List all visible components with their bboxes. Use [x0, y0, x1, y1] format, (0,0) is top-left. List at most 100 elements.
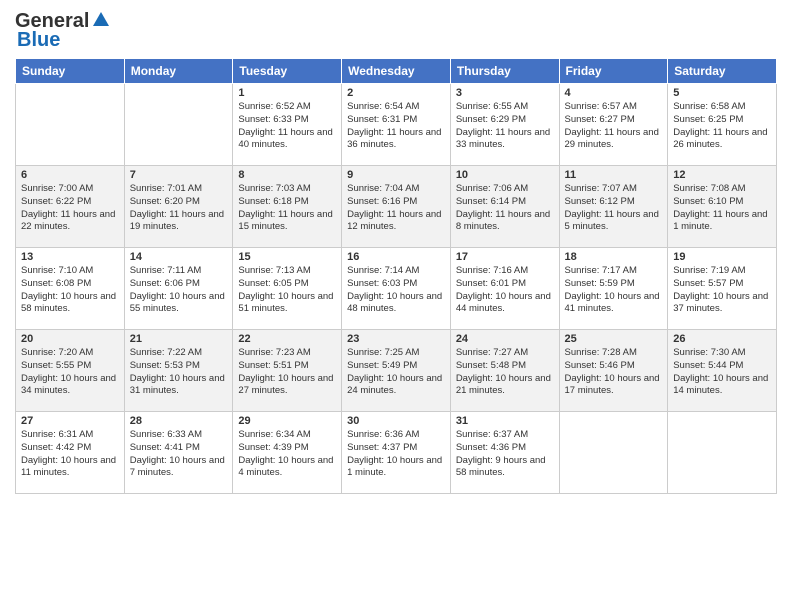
day-number: 25: [565, 333, 663, 345]
cell-sun-info: Sunrise: 6:34 AMSunset: 4:39 PMDaylight:…: [238, 429, 336, 480]
calendar-week-4: 20 Sunrise: 7:20 AMSunset: 5:55 PMDayligh…: [16, 330, 777, 412]
calendar-cell: 24 Sunrise: 7:27 AMSunset: 5:48 PMDayligh…: [450, 330, 559, 412]
calendar-cell: 19 Sunrise: 7:19 AMSunset: 5:57 PMDayligh…: [668, 248, 777, 330]
calendar-cell: 17Sunrise: 7:16 AMSunset: 6:01 PMDayligh…: [450, 248, 559, 330]
day-number: 9: [347, 169, 445, 181]
day-header-thursday: Thursday: [450, 59, 559, 84]
cell-sun-info: Sunrise: 7:17 AMSunset: 5:59 PMDaylight:…: [565, 265, 663, 316]
cell-sun-info: Sunrise: 6:37 AMSunset: 4:36 PMDaylight:…: [456, 429, 554, 480]
calendar-week-3: 13Sunrise: 7:10 AMSunset: 6:08 PMDayligh…: [16, 248, 777, 330]
cell-sun-info: Sunrise: 7:01 AMSunset: 6:20 PMDaylight:…: [130, 183, 228, 234]
calendar-week-5: 27 Sunrise: 6:31 AMSunset: 4:42 PMDayligh…: [16, 412, 777, 494]
day-number: 20: [21, 333, 119, 345]
cell-sun-info: Sunrise: 7:06 AMSunset: 6:14 PMDaylight:…: [456, 183, 554, 234]
cell-sun-info: Sunrise: 7:27 AMSunset: 5:48 PMDaylight:…: [456, 347, 554, 398]
cell-sun-info: Sunrise: 6:58 AMSunset: 6:25 PMDaylight:…: [673, 101, 771, 152]
day-number: 22: [238, 333, 336, 345]
day-number: 7: [130, 169, 228, 181]
calendar-cell: 27 Sunrise: 6:31 AMSunset: 4:42 PMDayligh…: [16, 412, 125, 494]
day-header-friday: Friday: [559, 59, 668, 84]
day-number: 24: [456, 333, 554, 345]
calendar-cell: 28 Sunrise: 6:33 AMSunset: 4:41 PMDayligh…: [124, 412, 233, 494]
day-number: 23: [347, 333, 445, 345]
calendar-cell: [668, 412, 777, 494]
day-header-wednesday: Wednesday: [342, 59, 451, 84]
calendar-cell: 23 Sunrise: 7:25 AMSunset: 5:49 PMDayligh…: [342, 330, 451, 412]
cell-sun-info: Sunrise: 6:57 AMSunset: 6:27 PMDaylight:…: [565, 101, 663, 152]
calendar-cell: 15 Sunrise: 7:13 AMSunset: 6:05 PMDayligh…: [233, 248, 342, 330]
day-number: 4: [565, 87, 663, 99]
calendar-cell: 8Sunrise: 7:03 AMSunset: 6:18 PMDaylight…: [233, 166, 342, 248]
calendar-cell: 11Sunrise: 7:07 AMSunset: 6:12 PMDayligh…: [559, 166, 668, 248]
calendar-cell: 12 Sunrise: 7:08 AMSunset: 6:10 PMDayligh…: [668, 166, 777, 248]
calendar-cell: 3 Sunrise: 6:55 AMSunset: 6:29 PMDaylight…: [450, 84, 559, 166]
cell-sun-info: Sunrise: 7:22 AMSunset: 5:53 PMDaylight:…: [130, 347, 228, 398]
cell-sun-info: Sunrise: 7:30 AMSunset: 5:44 PMDaylight:…: [673, 347, 771, 398]
day-number: 14: [130, 251, 228, 263]
logo-icon: [91, 10, 111, 30]
calendar-cell: [559, 412, 668, 494]
day-number: 5: [673, 87, 771, 99]
day-number: 16: [347, 251, 445, 263]
calendar-week-2: 6 Sunrise: 7:00 AMSunset: 6:22 PMDaylight…: [16, 166, 777, 248]
calendar-table: SundayMondayTuesdayWednesdayThursdayFrid…: [15, 58, 777, 494]
calendar-cell: 26 Sunrise: 7:30 AMSunset: 5:44 PMDayligh…: [668, 330, 777, 412]
day-number: 3: [456, 87, 554, 99]
day-number: 6: [21, 169, 119, 181]
cell-sun-info: Sunrise: 6:36 AMSunset: 4:37 PMDaylight:…: [347, 429, 445, 480]
cell-sun-info: Sunrise: 6:31 AMSunset: 4:42 PMDaylight:…: [21, 429, 119, 480]
calendar-cell: 5 Sunrise: 6:58 AMSunset: 6:25 PMDaylight…: [668, 84, 777, 166]
cell-sun-info: Sunrise: 7:28 AMSunset: 5:46 PMDaylight:…: [565, 347, 663, 398]
day-header-sunday: Sunday: [16, 59, 125, 84]
day-header-saturday: Saturday: [668, 59, 777, 84]
calendar-cell: 9Sunrise: 7:04 AMSunset: 6:16 PMDaylight…: [342, 166, 451, 248]
calendar-cell: 10Sunrise: 7:06 AMSunset: 6:14 PMDayligh…: [450, 166, 559, 248]
calendar-cell: 14 Sunrise: 7:11 AMSunset: 6:06 PMDayligh…: [124, 248, 233, 330]
day-number: 31: [456, 415, 554, 427]
logo-blue: Blue: [17, 29, 60, 52]
day-header-monday: Monday: [124, 59, 233, 84]
cell-sun-info: Sunrise: 6:54 AMSunset: 6:31 PMDaylight:…: [347, 101, 445, 152]
calendar-cell: 13Sunrise: 7:10 AMSunset: 6:08 PMDayligh…: [16, 248, 125, 330]
calendar-cell: 21 Sunrise: 7:22 AMSunset: 5:53 PMDayligh…: [124, 330, 233, 412]
day-number: 19: [673, 251, 771, 263]
day-number: 15: [238, 251, 336, 263]
cell-sun-info: Sunrise: 7:03 AMSunset: 6:18 PMDaylight:…: [238, 183, 336, 234]
day-number: 28: [130, 415, 228, 427]
cell-sun-info: Sunrise: 7:19 AMSunset: 5:57 PMDaylight:…: [673, 265, 771, 316]
day-number: 26: [673, 333, 771, 345]
day-number: 27: [21, 415, 119, 427]
calendar-cell: 20 Sunrise: 7:20 AMSunset: 5:55 PMDayligh…: [16, 330, 125, 412]
cell-sun-info: Sunrise: 7:11 AMSunset: 6:06 PMDaylight:…: [130, 265, 228, 316]
day-number: 29: [238, 415, 336, 427]
cell-sun-info: Sunrise: 7:25 AMSunset: 5:49 PMDaylight:…: [347, 347, 445, 398]
day-number: 13: [21, 251, 119, 263]
calendar-cell: 22 Sunrise: 7:23 AMSunset: 5:51 PMDayligh…: [233, 330, 342, 412]
day-number: 12: [673, 169, 771, 181]
calendar-cell: 2 Sunrise: 6:54 AMSunset: 6:31 PMDaylight…: [342, 84, 451, 166]
calendar-week-1: 1Sunrise: 6:52 AMSunset: 6:33 PMDaylight…: [16, 84, 777, 166]
cell-sun-info: Sunrise: 7:23 AMSunset: 5:51 PMDaylight:…: [238, 347, 336, 398]
calendar-cell: 4 Sunrise: 6:57 AMSunset: 6:27 PMDaylight…: [559, 84, 668, 166]
cell-sun-info: Sunrise: 7:08 AMSunset: 6:10 PMDaylight:…: [673, 183, 771, 234]
cell-sun-info: Sunrise: 7:13 AMSunset: 6:05 PMDaylight:…: [238, 265, 336, 316]
calendar-cell: [124, 84, 233, 166]
cell-sun-info: Sunrise: 6:33 AMSunset: 4:41 PMDaylight:…: [130, 429, 228, 480]
calendar-cell: 6 Sunrise: 7:00 AMSunset: 6:22 PMDaylight…: [16, 166, 125, 248]
cell-sun-info: Sunrise: 7:20 AMSunset: 5:55 PMDaylight:…: [21, 347, 119, 398]
day-number: 2: [347, 87, 445, 99]
calendar-cell: 18Sunrise: 7:17 AMSunset: 5:59 PMDayligh…: [559, 248, 668, 330]
calendar-header-row: SundayMondayTuesdayWednesdayThursdayFrid…: [16, 59, 777, 84]
day-number: 17: [456, 251, 554, 263]
cell-sun-info: Sunrise: 6:55 AMSunset: 6:29 PMDaylight:…: [456, 101, 554, 152]
day-number: 1: [238, 87, 336, 99]
day-number: 11: [565, 169, 663, 181]
calendar-cell: 1Sunrise: 6:52 AMSunset: 6:33 PMDaylight…: [233, 84, 342, 166]
day-number: 21: [130, 333, 228, 345]
day-number: 30: [347, 415, 445, 427]
logo: General Blue: [15, 10, 111, 52]
calendar-cell: 25 Sunrise: 7:28 AMSunset: 5:46 PMDayligh…: [559, 330, 668, 412]
cell-sun-info: Sunrise: 7:00 AMSunset: 6:22 PMDaylight:…: [21, 183, 119, 234]
calendar-cell: 16Sunrise: 7:14 AMSunset: 6:03 PMDayligh…: [342, 248, 451, 330]
calendar-cell: 31 Sunrise: 6:37 AMSunset: 4:36 PMDayligh…: [450, 412, 559, 494]
